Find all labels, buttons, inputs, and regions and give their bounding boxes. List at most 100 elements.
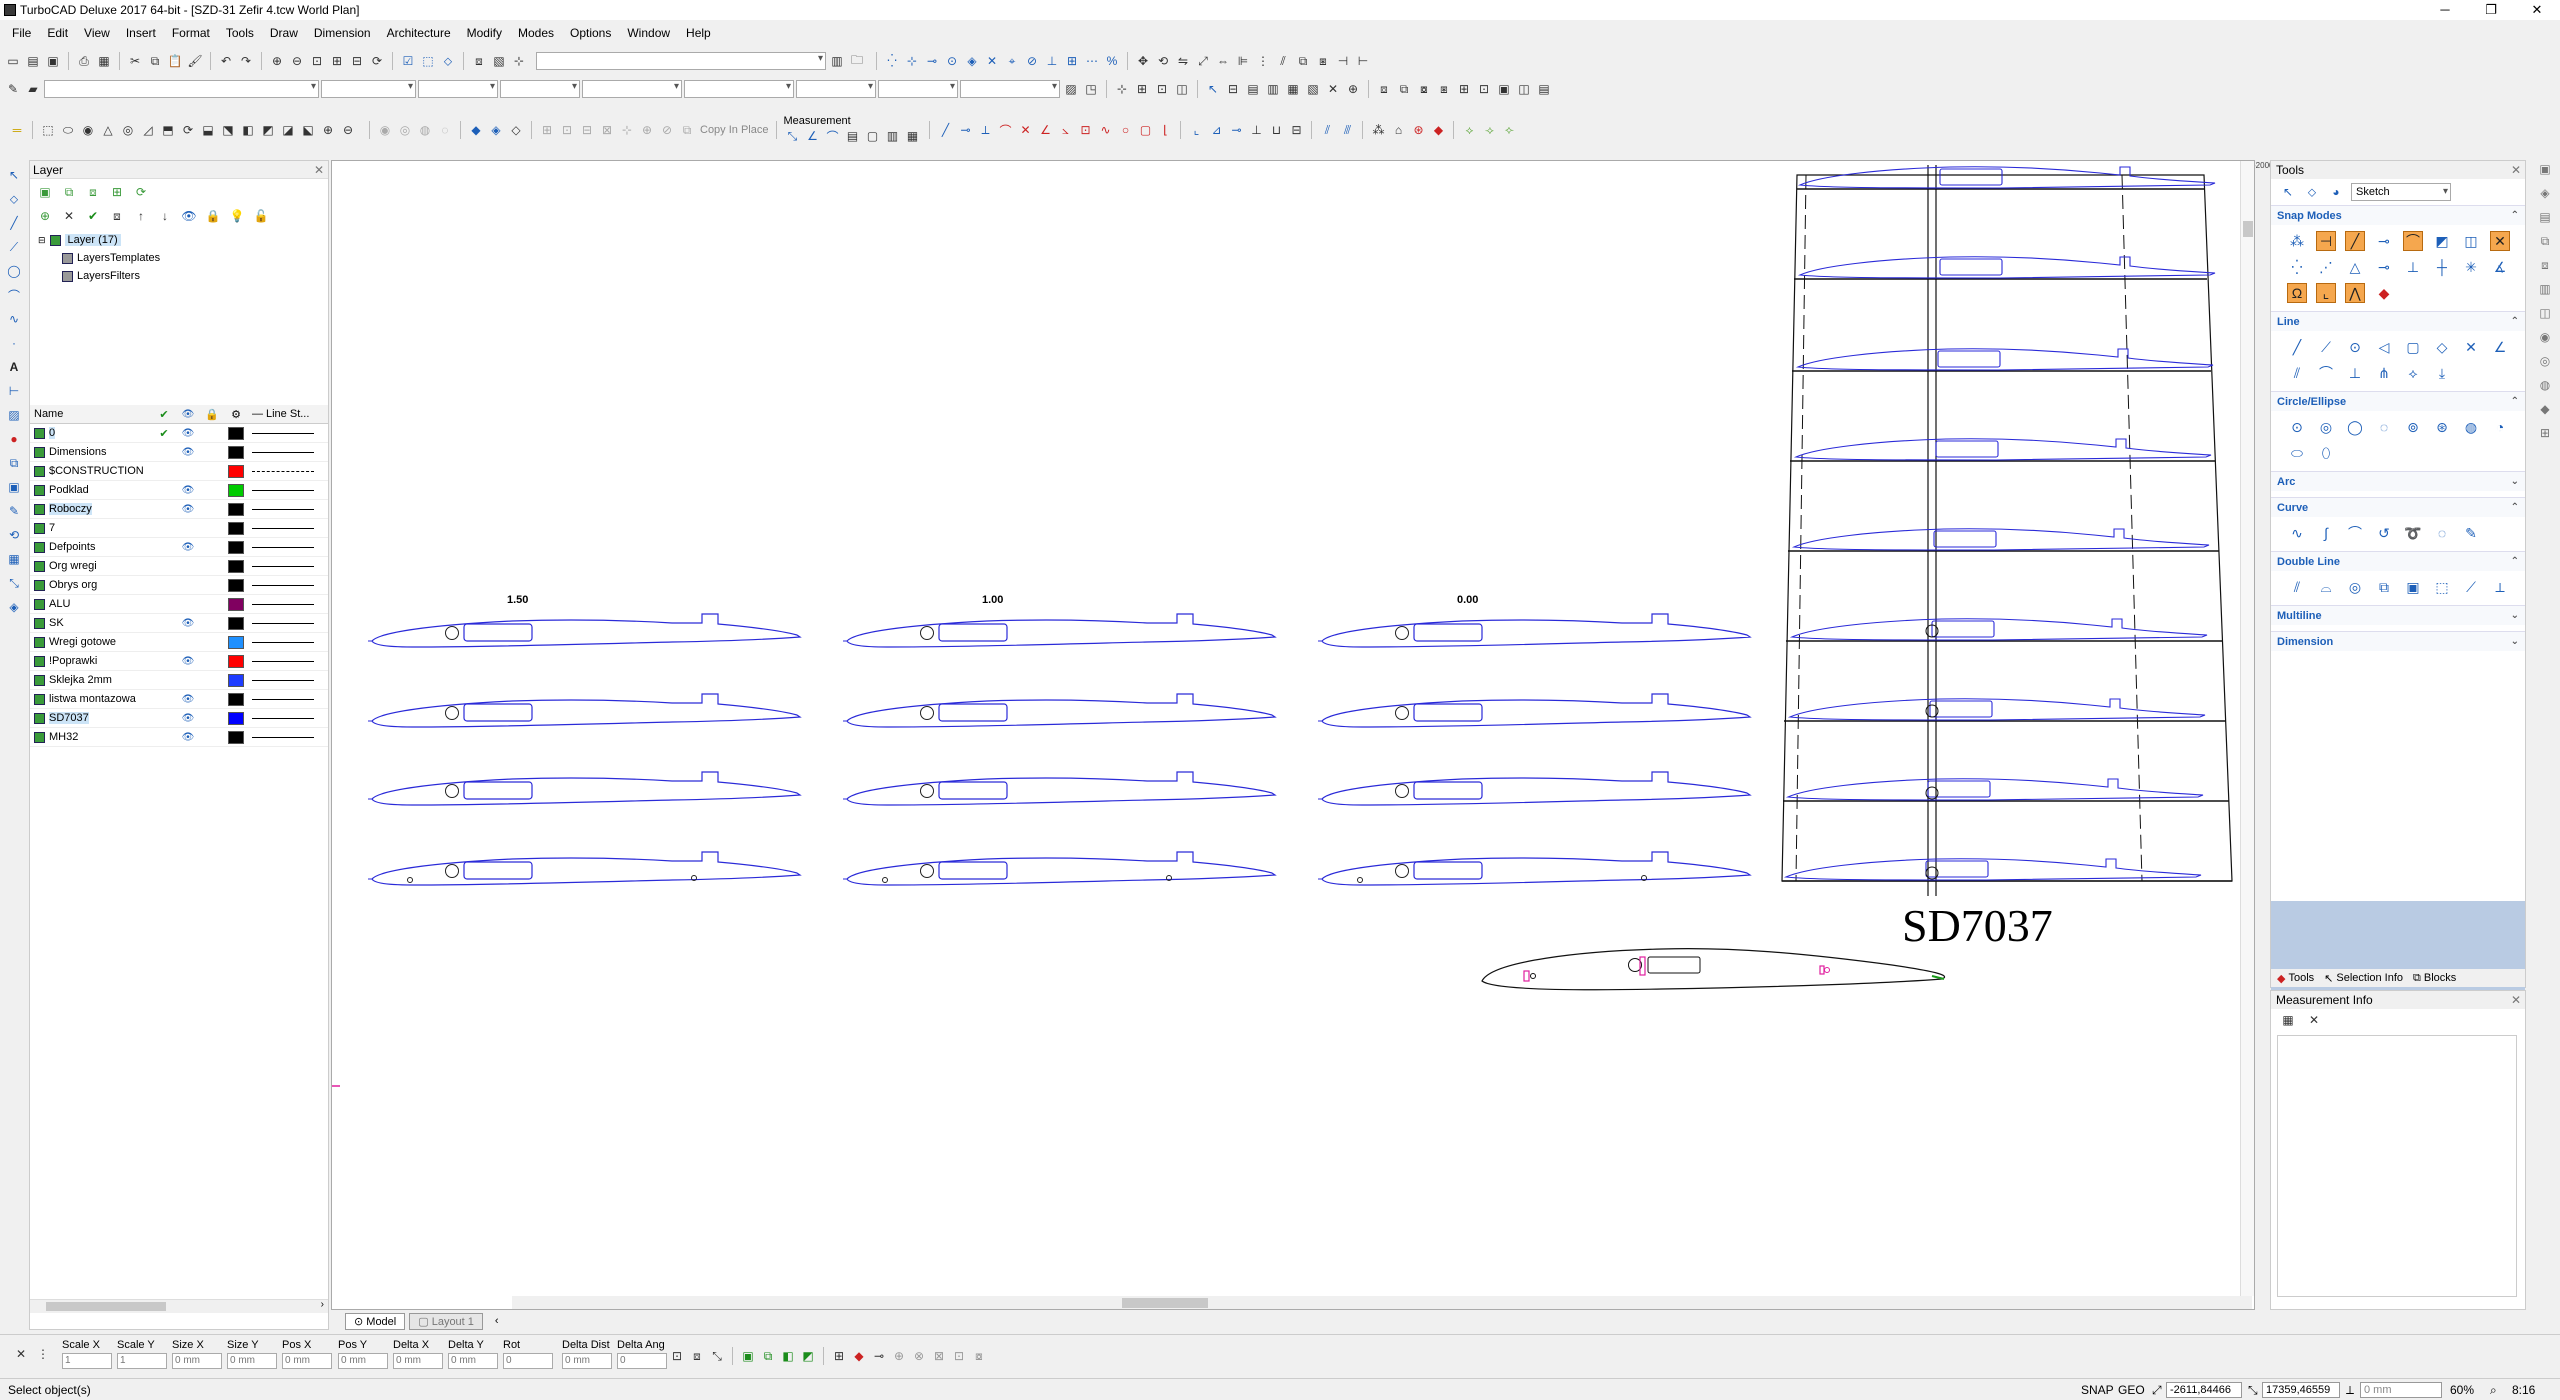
layer-line-style-cell[interactable] <box>248 470 318 472</box>
rib-1-00-a[interactable] <box>842 613 1276 648</box>
curve-loop-icon[interactable]: ↺ <box>2374 523 2394 543</box>
layer-row[interactable]: Wregi gotowe <box>30 633 328 652</box>
layer-tree-a-icon[interactable]: ⧉ <box>60 183 78 201</box>
col-visible-icon[interactable]: 👁 <box>176 409 200 420</box>
snap-perpendicular-icon[interactable]: ⊥ <box>1043 52 1061 70</box>
measure-tool-icon[interactable]: ⤡ <box>5 574 23 592</box>
property-icon[interactable]: ⧈ <box>470 52 488 70</box>
explode-icon[interactable]: ⧆ <box>1314 52 1332 70</box>
box-edit-icon[interactable]: ▢ <box>1136 121 1154 139</box>
trim-icon[interactable]: ⊣ <box>1334 52 1352 70</box>
layer-line-style-cell[interactable] <box>248 660 318 662</box>
menu-edit[interactable]: Edit <box>39 26 76 40</box>
zoom-previous-icon[interactable]: ⊟ <box>348 52 366 70</box>
rotate-icon[interactable]: ⟲ <box>1154 52 1172 70</box>
layer-delete-icon[interactable]: ✕ <box>1324 80 1342 98</box>
menu-modes[interactable]: Modes <box>510 26 562 40</box>
snap-mode-perp-icon[interactable]: ⊸ <box>2374 257 2394 277</box>
measure-angle-icon[interactable]: ∠ <box>803 127 821 145</box>
insp-e-icon[interactable]: ⧉ <box>759 1347 777 1365</box>
line-circle-icon[interactable]: ⊙ <box>2345 337 2365 357</box>
measure-perimeter-icon[interactable]: ▢ <box>863 127 881 145</box>
edit-box-icon[interactable]: ⊡ <box>1076 121 1094 139</box>
layer-line-style-cell[interactable] <box>248 736 318 738</box>
menu-view[interactable]: View <box>76 26 118 40</box>
inspector-field-input[interactable]: 0 mm <box>338 1353 388 1369</box>
split-icon[interactable]: ⊟ <box>1287 121 1305 139</box>
layer-row[interactable]: Defpoints 👁 <box>30 538 328 557</box>
airfoil-template[interactable] <box>1481 948 1945 991</box>
layer-down-icon[interactable]: ↓ <box>156 207 174 225</box>
layer-color-cell[interactable] <box>224 521 248 535</box>
inspector-field-input[interactable]: 0 mm <box>282 1353 332 1369</box>
arc-a-icon[interactable]: ⌒ <box>996 121 1014 139</box>
zoom-in-icon[interactable]: ⊕ <box>268 52 286 70</box>
strip-views-icon[interactable]: ◫ <box>2536 304 2554 322</box>
layer-tree-filters[interactable]: LayersFilters <box>38 267 328 285</box>
line-multi-icon[interactable]: ⟡ <box>2403 363 2423 383</box>
layer-color-cell[interactable] <box>224 597 248 611</box>
rib-1-50-b[interactable] <box>367 693 801 728</box>
align-icon[interactable]: ⊫ <box>1234 52 1252 70</box>
copy-grid-a-icon[interactable]: ⊞ <box>538 121 556 139</box>
layer-new-tree-icon[interactable]: ▣ <box>36 183 54 201</box>
revolve-icon[interactable]: ⟳ <box>179 121 197 139</box>
tools-close-icon[interactable]: ✕ <box>2511 163 2521 177</box>
copy-grid-c-icon[interactable]: ⊟ <box>578 121 596 139</box>
line-bisector-icon[interactable]: ⋔ <box>2374 363 2394 383</box>
layer-icon[interactable]: ▧ <box>490 52 508 70</box>
scale-combo[interactable] <box>796 80 876 98</box>
pointer-icon[interactable]: ↖ <box>1204 80 1222 98</box>
workplane-icon[interactable]: ◳ <box>1082 80 1100 98</box>
distance-field[interactable]: 0 mm <box>2360 1382 2442 1398</box>
tab-tools[interactable]: ◆ Tools <box>2277 972 2314 985</box>
save-icon[interactable]: ▣ <box>44 52 62 70</box>
tabs-scroll-left-icon[interactable]: ‹ <box>495 1315 499 1327</box>
layer-remove-icon[interactable]: ✕ <box>60 207 78 225</box>
dline-rect-icon[interactable]: ▣ <box>2403 577 2423 597</box>
section-circle-ellipse[interactable]: Circle/Ellipse ⌃ <box>2271 391 2525 411</box>
insp-j-icon[interactable]: ⊸ <box>870 1347 888 1365</box>
inspector-field-input[interactable]: 0 mm <box>227 1353 277 1369</box>
angle-a-icon[interactable]: ∠ <box>1036 121 1054 139</box>
section-line[interactable]: Line ⌃ <box>2271 311 2525 331</box>
insp-l-icon[interactable]: ⊗ <box>910 1347 928 1365</box>
layer-row[interactable]: MH32 👁 <box>30 728 328 747</box>
chamfer-icon[interactable]: ⊿ <box>1207 121 1225 139</box>
strip-camera-icon[interactable]: ◎ <box>2536 352 2554 370</box>
section-double-line[interactable]: Double Line ⌃ <box>2271 551 2525 571</box>
copy-icon[interactable]: ⧉ <box>146 52 164 70</box>
layer-name-cell[interactable]: SD7037 <box>30 712 152 724</box>
layer-lock-toggle-icon[interactable]: 🔒 <box>204 207 222 225</box>
layer-name-cell[interactable]: !Poprawki <box>30 655 152 667</box>
snap-intersection-icon[interactable]: ✕ <box>983 52 1001 70</box>
minimize-button[interactable]: ─ <box>2422 0 2468 20</box>
copy-grid-b-icon[interactable]: ⊡ <box>558 121 576 139</box>
param-b-icon[interactable]: ⌂ <box>1389 121 1407 139</box>
layer-color-cell[interactable] <box>224 445 248 459</box>
open-icon[interactable]: ▤ <box>24 52 42 70</box>
cylinder-icon[interactable]: ⬭ <box>59 121 77 139</box>
curve-arc-icon[interactable]: ⌒ <box>2345 523 2365 543</box>
layer-name-cell[interactable]: Sklejka 2mm <box>30 674 152 686</box>
sphere-icon[interactable]: ◉ <box>79 121 97 139</box>
circle-tan-icon[interactable]: ◌ <box>2374 417 2394 437</box>
line-triangle-icon[interactable]: ◁ <box>2374 337 2394 357</box>
array-icon[interactable]: ⋮ <box>1254 52 1272 70</box>
menu-file[interactable]: File <box>4 26 39 40</box>
offset-icon[interactable]: ⫽ <box>1274 52 1292 70</box>
layer-line-style-cell[interactable] <box>248 432 318 434</box>
param-c-icon[interactable]: ⊛ <box>1409 121 1427 139</box>
zoom-window-icon[interactable]: ⊡ <box>308 52 326 70</box>
tools-pointer-icon[interactable]: ↖ <box>2279 183 2297 201</box>
table-tool-icon[interactable]: ▦ <box>5 550 23 568</box>
block-edit-icon[interactable]: ⧆ <box>1435 80 1453 98</box>
layer-row[interactable]: Podklad 👁 <box>30 481 328 500</box>
snap-mode-nearest-icon[interactable]: ⊸ <box>2374 231 2394 251</box>
param-a-icon[interactable]: ⁂ <box>1369 121 1387 139</box>
layer-visible-cell[interactable]: 👁 <box>176 504 200 515</box>
strip-palette-icon[interactable]: ◈ <box>2536 184 2554 202</box>
insp-k-icon[interactable]: ⊕ <box>890 1347 908 1365</box>
layer-name-cell[interactable]: ALU <box>30 598 152 610</box>
section-snap-modes[interactable]: Snap Modes ⌃ <box>2271 205 2525 225</box>
